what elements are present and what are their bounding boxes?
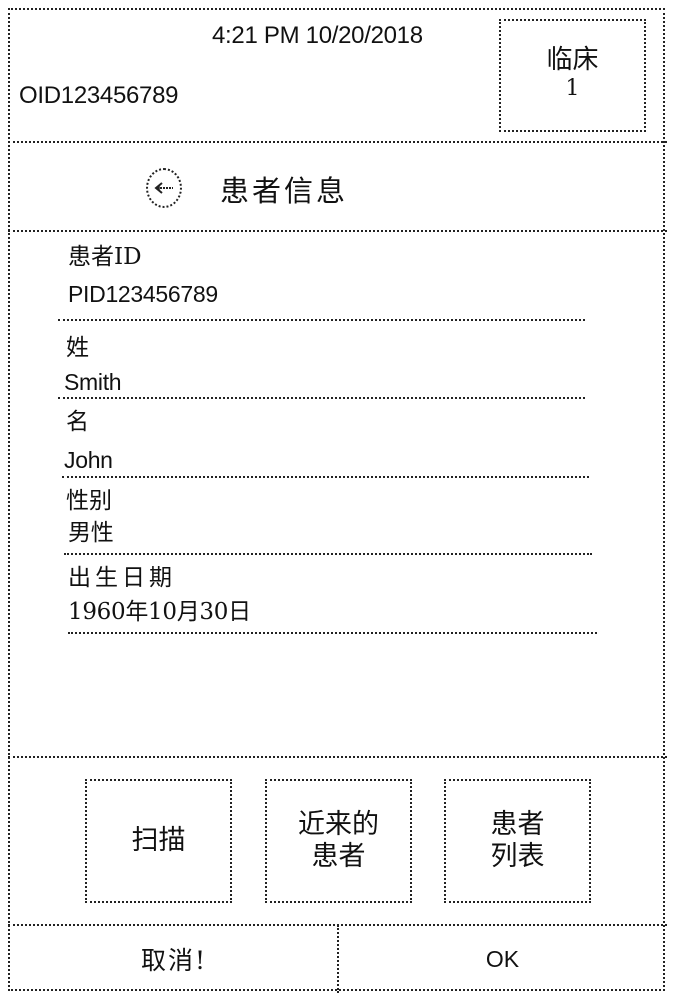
field-label: 名 [66, 409, 89, 435]
field-value: PID123456789 [68, 281, 218, 307]
field-label: 姓 [66, 335, 89, 361]
clinic-selector[interactable]: 临床 1 [499, 19, 646, 132]
patient-list-button[interactable]: 患者 列表 [444, 779, 591, 903]
clinic-number: 1 [565, 76, 580, 101]
datetime-display: 4:21 PM 10/20/2018 [212, 22, 423, 49]
header-divider [8, 141, 667, 143]
scan-button[interactable]: 扫描 [85, 779, 232, 903]
ok-button[interactable]: OK [340, 927, 665, 991]
patient-list-label-line1: 患者 [490, 809, 545, 840]
scan-button-label: 扫描 [131, 825, 186, 856]
field-label: 性别 [66, 488, 112, 514]
field-label: 患者ID [68, 244, 142, 270]
field-divider [62, 476, 589, 478]
title-divider [8, 230, 667, 232]
recent-patients-button[interactable]: 近来的 患者 [265, 779, 412, 903]
cancel-button[interactable]: 取消! [10, 927, 338, 991]
field-divider [68, 632, 597, 634]
field-divider [58, 397, 585, 399]
field-value: John [64, 447, 113, 473]
field-value: Smith [64, 369, 122, 395]
patient-list-label-line2: 列表 [490, 841, 545, 872]
footer-separator [337, 925, 339, 993]
field-divider [64, 553, 592, 555]
recent-patients-label-line1: 近来的 [298, 809, 379, 840]
field-label: 出生日期 [68, 565, 176, 591]
recent-patients-label-line2: 患者 [311, 841, 366, 872]
page-title: 患者信息 [220, 174, 349, 208]
clinic-label: 临床 [546, 45, 599, 75]
operator-id: OID123456789 [19, 82, 179, 109]
field-divider [58, 319, 585, 321]
field-value: 1960年10月30日 [68, 599, 251, 625]
left-arrow-icon [154, 182, 173, 194]
content-divider [8, 756, 667, 758]
field-value: 男性 [68, 520, 114, 546]
back-button[interactable] [146, 168, 182, 208]
